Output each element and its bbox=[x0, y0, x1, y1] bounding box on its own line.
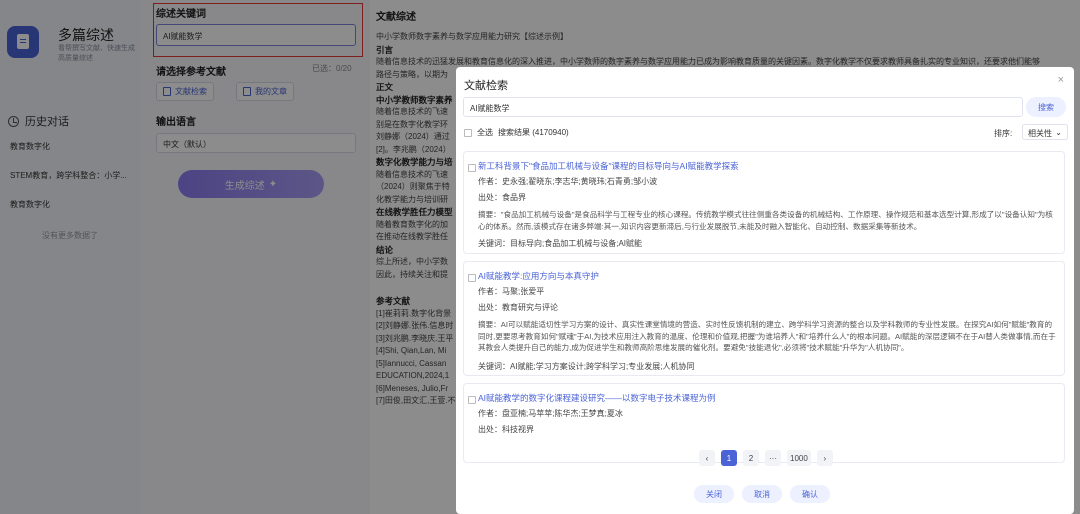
select-all-label: 全选 bbox=[477, 128, 493, 137]
dialog-footer: 关闭 取消 确认 bbox=[694, 485, 830, 503]
article-abstract: 摘要："食品加工机械与设备"是食品科学与工程专业的核心课程。传统教学模式往往侧重… bbox=[478, 210, 1053, 231]
article-title[interactable]: AI赋能教学的数字化课程建设研究——以数字电子技术课程为例 bbox=[478, 392, 716, 404]
dialog-title: 文献检索 bbox=[464, 80, 508, 92]
sort-select[interactable]: 相关性 ⌄ bbox=[1022, 124, 1068, 140]
select-all-checkbox[interactable] bbox=[464, 128, 472, 137]
page-button[interactable]: 1000 bbox=[787, 450, 811, 466]
literature-search-dialog: 文献检索 × AI赋能数学 搜索 全选 搜索结果 (4170940) 排序: 相… bbox=[456, 67, 1074, 514]
article-source: 出处：教育研究与评论 bbox=[478, 303, 558, 312]
search-input[interactable]: AI赋能数学 bbox=[463, 97, 1023, 117]
result-count: 搜索结果 (4170940) bbox=[498, 128, 569, 137]
article-source: 出处：食品界 bbox=[478, 193, 526, 202]
article-title[interactable]: AI赋能教学:应用方向与本真守护 bbox=[478, 270, 599, 282]
article-keywords: 关键词：AI赋能;学习方案设计;跨学科学习;专业发展;人机协同 bbox=[478, 362, 695, 371]
prev-page-button[interactable]: ‹ bbox=[699, 450, 715, 466]
select-all-row: 全选 搜索结果 (4170940) bbox=[464, 127, 569, 138]
sort-label: 排序: bbox=[994, 129, 1013, 138]
confirm-button[interactable]: 确认 bbox=[790, 485, 830, 503]
cancel-button[interactable]: 取消 bbox=[742, 485, 782, 503]
search-button[interactable]: 搜索 bbox=[1026, 97, 1066, 117]
close-button[interactable]: 关闭 bbox=[694, 485, 734, 503]
article-keywords: 关键词：目标导向;食品加工机械与设备;AI赋能 bbox=[478, 239, 643, 248]
page-button[interactable]: 2 bbox=[743, 450, 759, 466]
result-card[interactable]: 新工科背景下"食品加工机械与设备"课程的目标导向与AI赋能教学探索 作者：史永强… bbox=[463, 151, 1065, 254]
article-abstract: 摘要：AI可以赋能适切性学习方案的设计、真实性课堂情境的营造、实时性反馈机制的建… bbox=[478, 320, 1056, 352]
sort-value: 相关性 bbox=[1028, 129, 1052, 138]
article-author: 作者：盘亚楠;马苹苹;陈华杰;王梦真;夏冰 bbox=[478, 409, 623, 418]
result-checkbox[interactable] bbox=[468, 274, 476, 282]
pagination: ‹ 1 2 ··· 1000 › bbox=[699, 450, 833, 466]
result-checkbox[interactable] bbox=[468, 164, 476, 172]
chevron-down-icon: ⌄ bbox=[1055, 128, 1062, 137]
article-title[interactable]: 新工科背景下"食品加工机械与设备"课程的目标导向与AI赋能教学探索 bbox=[478, 160, 739, 172]
next-page-button[interactable]: › bbox=[816, 450, 833, 466]
result-checkbox[interactable] bbox=[468, 396, 476, 404]
article-author: 作者：史永强;翟晓东;李志华;黄晓玮;石青勇;邹小波 bbox=[478, 177, 658, 186]
page-ellipsis[interactable]: ··· bbox=[765, 450, 781, 466]
page-button[interactable]: 1 bbox=[721, 450, 737, 466]
close-icon[interactable]: × bbox=[1058, 74, 1064, 86]
article-author: 作者：马聚;张爱平 bbox=[478, 287, 545, 296]
article-source: 出处：科技视界 bbox=[478, 425, 534, 434]
result-card[interactable]: AI赋能教学:应用方向与本真守护 作者：马聚;张爱平 出处：教育研究与评论 摘要… bbox=[463, 261, 1065, 376]
